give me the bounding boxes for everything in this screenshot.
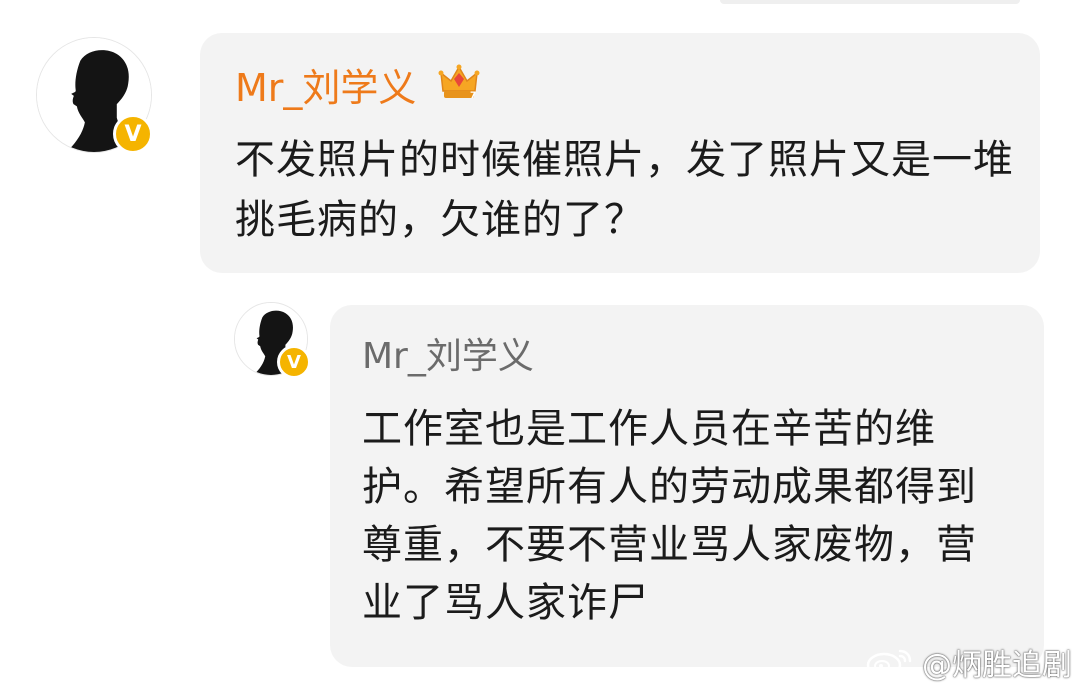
main-comment-text: 不发照片的时候催照片，发了照片又是一堆挑毛病的，欠谁的了？ <box>235 137 1014 243</box>
watermark-text: @炳胜追剧 <box>922 648 1072 683</box>
weibo-icon <box>866 649 912 678</box>
svg-text:7: 7 <box>470 91 476 101</box>
reply-comment-username[interactable]: Mr_刘学义 <box>362 334 534 380</box>
main-comment-avatar[interactable]: V <box>36 37 153 154</box>
previous-item-edge <box>720 0 1020 4</box>
verified-badge: V <box>113 114 153 154</box>
verified-badge: V <box>277 345 311 379</box>
reply-comment-avatar[interactable]: V <box>234 302 311 379</box>
reply-comment-text: 工作室也是工作人员在辛苦的维护。希望所有人的劳动成果都得到尊重，不要不营业骂人家… <box>362 406 977 626</box>
crown-icon: 7 <box>438 64 480 101</box>
weibo-watermark: @炳胜追剧 <box>862 640 1072 684</box>
main-comment-username[interactable]: Mr_刘学义 <box>235 63 416 113</box>
